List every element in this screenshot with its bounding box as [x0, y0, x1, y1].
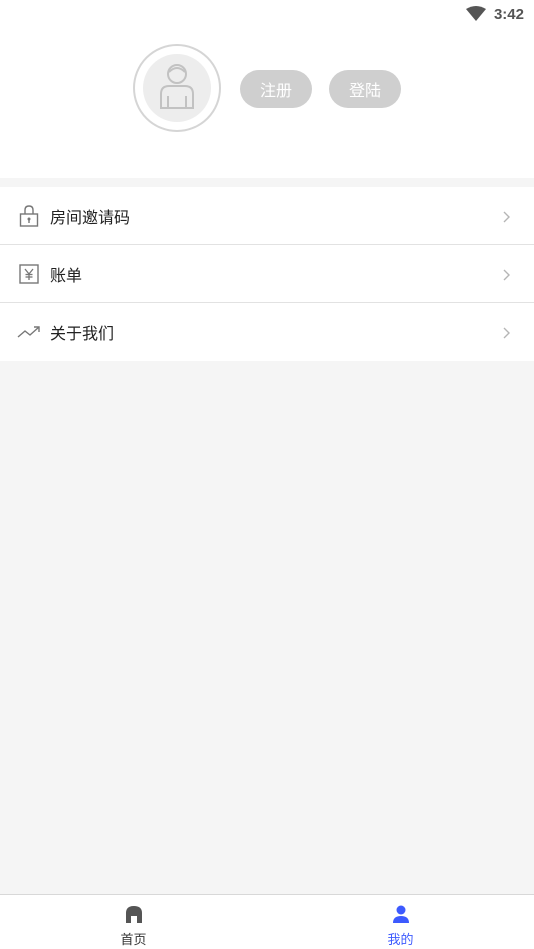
- tab-mine[interactable]: 我的: [267, 895, 534, 949]
- settings-menu: 房间邀请码 账单 关于我们: [0, 187, 534, 361]
- person-icon: [390, 903, 412, 925]
- profile-header: 注册 登陆: [0, 28, 534, 178]
- bottom-tab-bar: 首页 我的: [0, 894, 534, 949]
- menu-label: 账单: [50, 265, 83, 285]
- status-right: 3:42: [465, 4, 524, 24]
- menu-item-room-invite-code[interactable]: 房间邀请码: [0, 187, 534, 245]
- avatar[interactable]: [133, 44, 221, 132]
- menu-label: 房间邀请码: [50, 207, 131, 227]
- menu-item-about-us[interactable]: 关于我们: [0, 303, 534, 361]
- status-bar: 3:42: [0, 0, 534, 28]
- lock-icon: [17, 204, 41, 228]
- menu-label: 关于我们: [50, 324, 115, 343]
- chevron-right-icon: [502, 325, 512, 339]
- tab-label: 首页: [120, 933, 147, 948]
- avatar-circle: [143, 54, 211, 122]
- home-icon: [123, 903, 145, 925]
- register-button[interactable]: 注册: [240, 70, 312, 108]
- user-avatar-icon: [151, 60, 203, 116]
- tab-label: 我的: [387, 933, 414, 948]
- login-button[interactable]: 登陆: [329, 70, 401, 108]
- tab-home[interactable]: 首页: [0, 895, 267, 949]
- menu-item-bill[interactable]: 账单: [0, 245, 534, 303]
- status-time: 3:42: [493, 5, 524, 23]
- wifi-icon: [465, 6, 486, 22]
- yen-bill-icon: [17, 262, 41, 286]
- chevron-right-icon: [502, 267, 512, 281]
- trend-icon: [17, 320, 41, 344]
- chevron-right-icon: [502, 209, 512, 223]
